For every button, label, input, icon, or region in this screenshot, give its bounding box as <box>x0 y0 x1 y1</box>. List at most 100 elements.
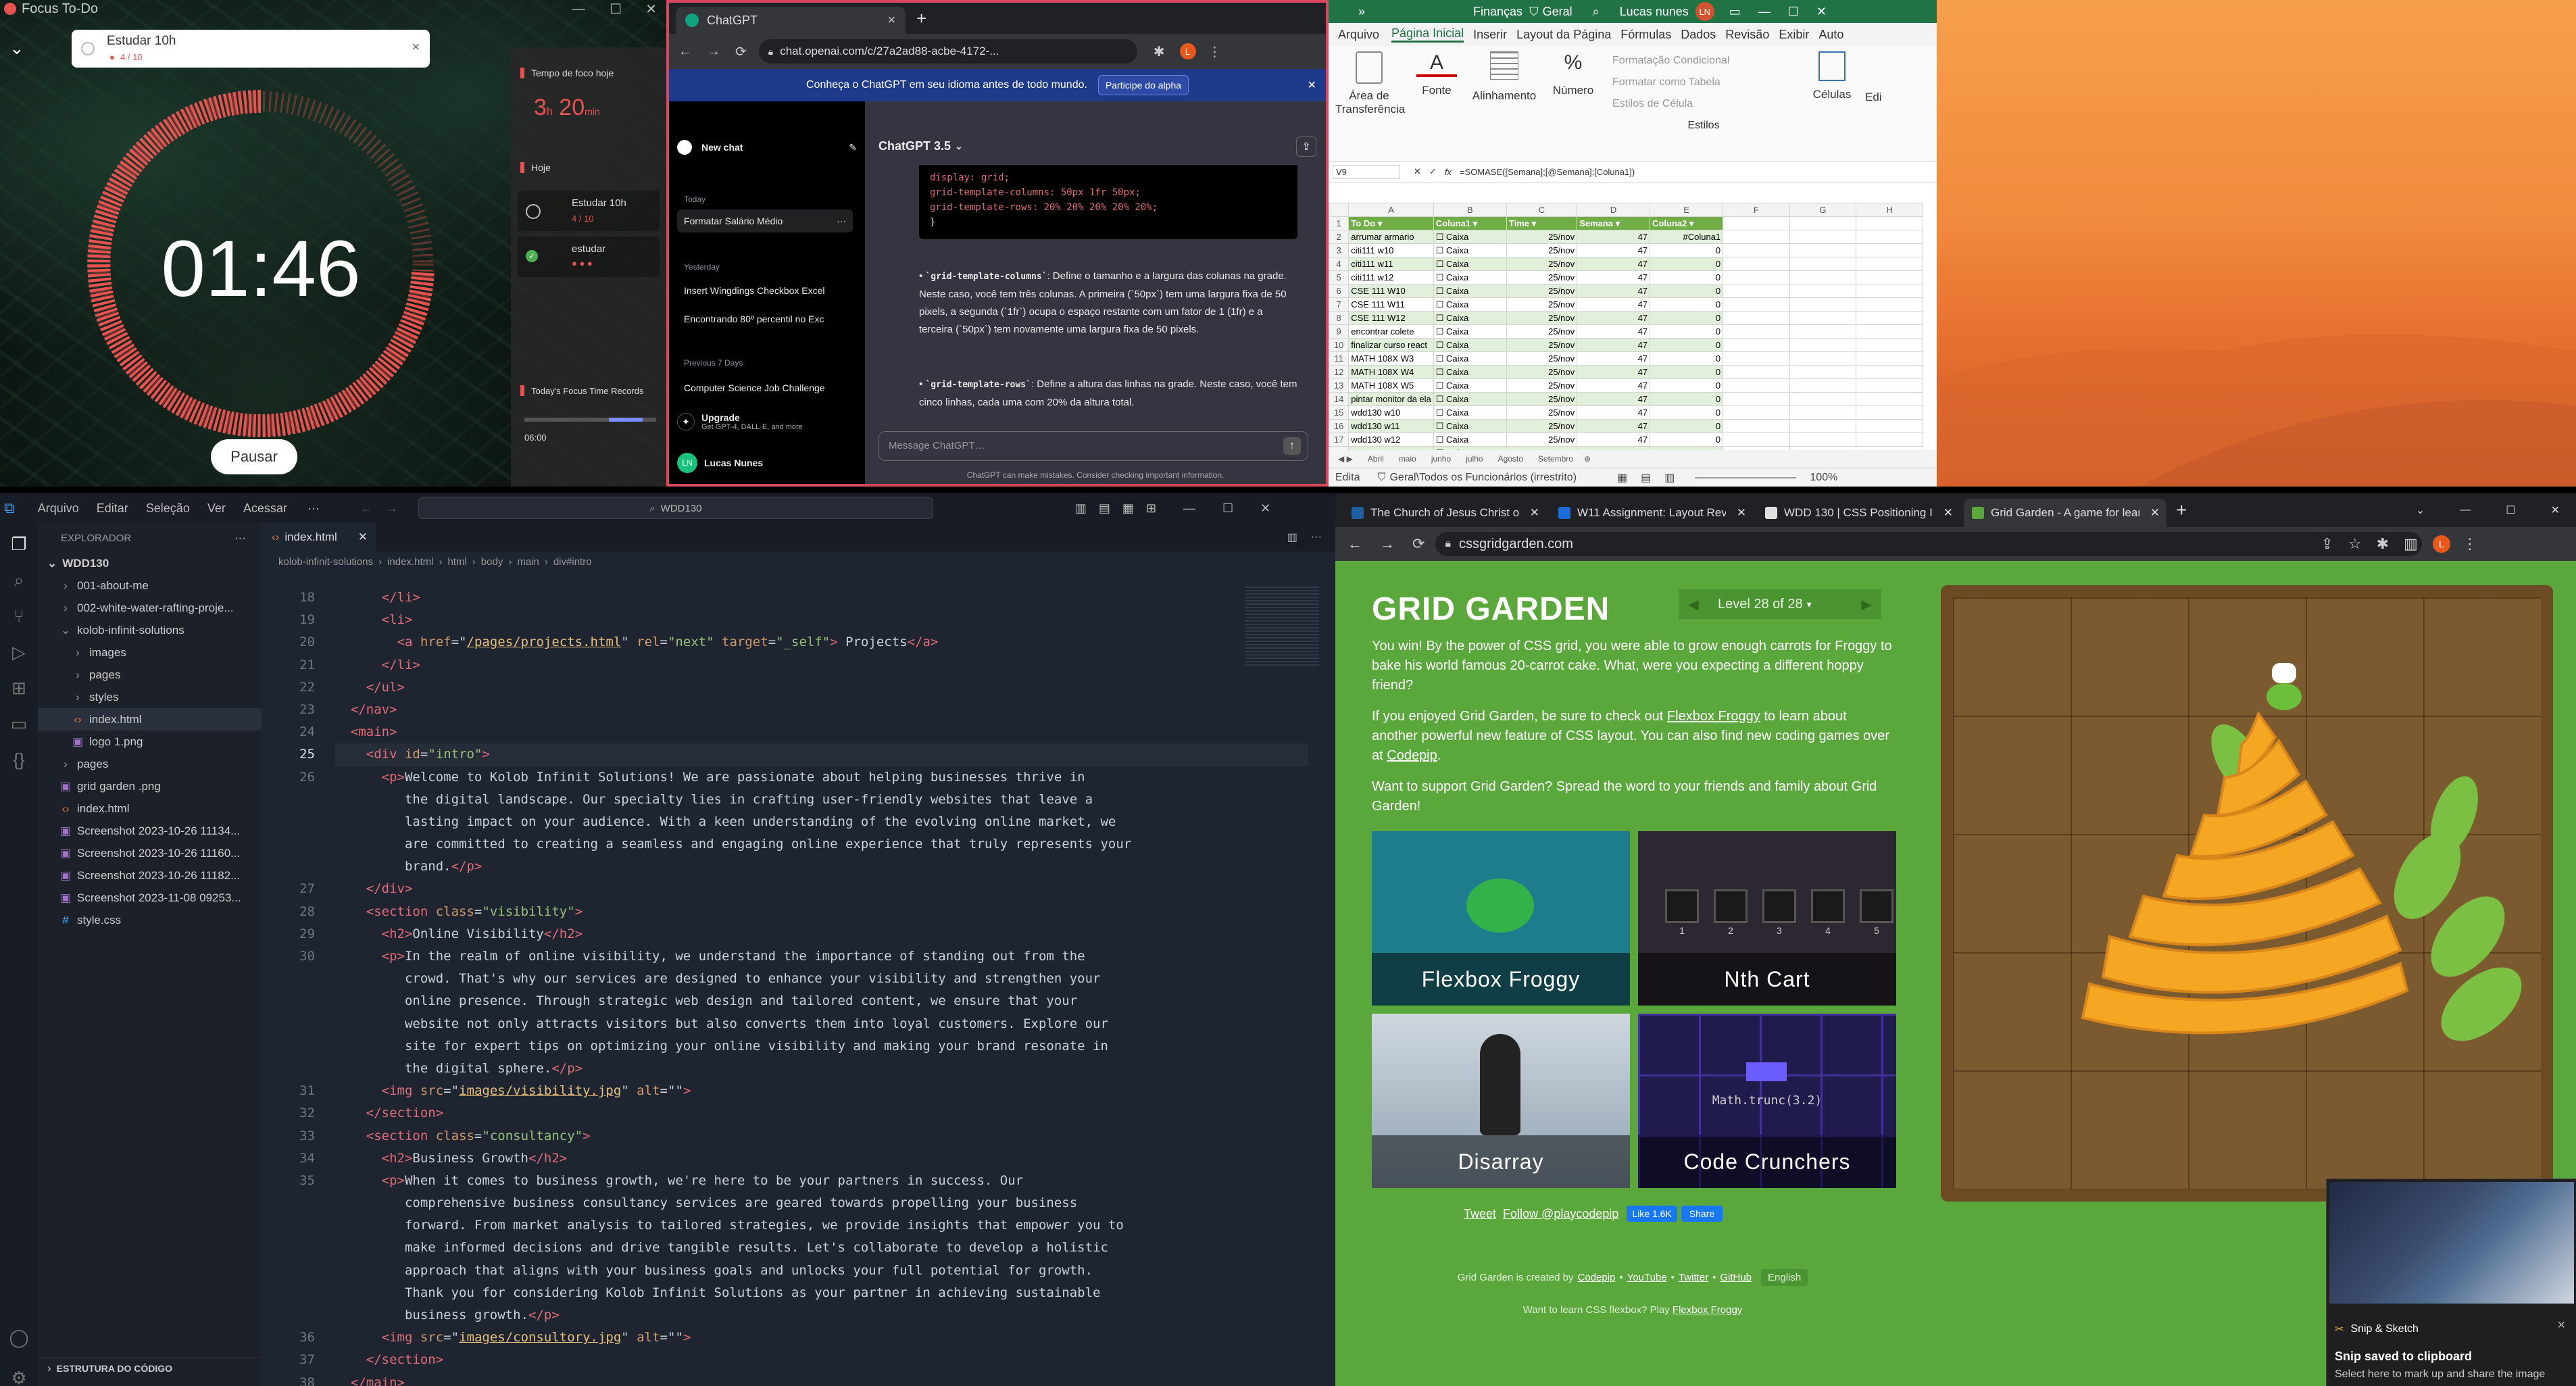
tab-close-icon[interactable]: ✕ <box>1530 506 1539 520</box>
table-header-cell[interactable]: Semana ▾ <box>1577 216 1651 230</box>
tree-item[interactable]: › 002-white-water-rafting-proje... <box>38 597 261 619</box>
column-header[interactable]: E <box>1650 203 1724 217</box>
level-selector[interactable]: ◀ Level 28 of 28 ▾ ▶ <box>1679 589 1881 619</box>
table-cell[interactable]: ☐ Caixa <box>1433 243 1507 257</box>
bookmark-icon[interactable]: ☆ <box>2348 535 2362 553</box>
history-item[interactable]: Computer Science Job Challenge <box>684 382 853 393</box>
browser-tab[interactable]: W11 Assignment: Layout Revisi... ✕ <box>1550 499 1753 527</box>
table-cell[interactable]: 0 <box>1650 392 1724 406</box>
tab-close-icon[interactable]: ✕ <box>887 14 896 27</box>
table-cell[interactable]: 0 <box>1650 378 1724 393</box>
tab-search-icon[interactable]: ⌄ <box>2416 503 2425 517</box>
table-cell[interactable]: 25/nov <box>1506 257 1578 271</box>
minimap[interactable] <box>1245 587 1319 668</box>
tab-index-html[interactable]: ‹› index.html ✕ <box>261 523 376 551</box>
tree-item[interactable]: ▣ Screenshot 2023-11-08 09253... <box>38 887 261 909</box>
footer-link[interactable]: Codepip <box>1578 1272 1616 1283</box>
table-cell[interactable]: 0 <box>1650 419 1724 433</box>
menu-more-icon[interactable]: ··· <box>307 501 320 516</box>
empty-cell[interactable] <box>1723 432 1790 447</box>
maximize-icon[interactable]: ☐ <box>610 1 622 18</box>
settings-icon[interactable]: ⚙ <box>0 1368 38 1386</box>
table-cell[interactable]: CSE 111 W12 <box>1348 311 1434 325</box>
table-cell[interactable]: 47 <box>1577 365 1651 379</box>
empty-cell[interactable] <box>1856 351 1923 366</box>
table-cell[interactable]: finalizar curso react <box>1348 338 1434 352</box>
sheet-tab[interactable]: Agosto <box>1498 454 1523 464</box>
empty-cell[interactable] <box>1723 351 1790 366</box>
tab-exibir[interactable]: Exibir <box>1779 28 1809 42</box>
row-header[interactable]: 11 <box>1329 351 1349 366</box>
function-icon[interactable]: fx <box>1445 167 1452 177</box>
layout-panel-icon[interactable]: ▤ <box>1099 501 1110 516</box>
minimize-icon[interactable]: — <box>1758 5 1770 19</box>
table-cell[interactable]: 25/nov <box>1506 351 1578 366</box>
table-cell[interactable]: 25/nov <box>1506 392 1578 406</box>
breadcrumb-item[interactable]: index.html <box>387 556 433 568</box>
table-cell[interactable]: ☐ Caixa <box>1433 392 1507 406</box>
maximize-icon[interactable]: ☐ <box>1788 5 1799 19</box>
current-task-card[interactable]: Estudar 10h ● 4 / 10 ✕ <box>72 30 430 68</box>
view-normal-icon[interactable]: ▦ <box>1617 471 1627 485</box>
table-cell[interactable]: 0 <box>1650 405 1724 420</box>
empty-cell[interactable] <box>1856 257 1923 271</box>
table-cell[interactable]: MATH 108X W5 <box>1348 378 1434 393</box>
tree-item[interactable]: › styles <box>38 686 261 708</box>
menu-ver[interactable]: Ver <box>207 501 226 516</box>
row-header[interactable]: 12 <box>1329 365 1349 379</box>
table-cell[interactable]: ☐ Caixa <box>1433 432 1507 447</box>
table-header-cell[interactable]: To Do ▾ <box>1348 216 1434 230</box>
snip-toast[interactable]: ✂ Snip & Sketch ✕ Snip saved to clipboar… <box>2326 1179 2576 1386</box>
tree-item[interactable]: ▣ grid garden .png <box>38 775 261 797</box>
row-header[interactable]: 15 <box>1329 405 1349 420</box>
explorer-icon[interactable]: ❐ <box>0 534 38 555</box>
user-menu[interactable]: LN Lucas Nunes <box>677 453 763 473</box>
tree-item[interactable]: › pages <box>38 664 261 686</box>
tree-item[interactable]: ‹› index.html <box>38 708 261 731</box>
address-bar[interactable]: 🔒︎ chat.openai.com/c/27a2ad88-acbe-4172-… <box>758 39 1137 64</box>
column-header[interactable]: B <box>1433 203 1507 217</box>
tree-item[interactable]: › pages <box>38 753 261 775</box>
close-icon[interactable]: ✕ <box>645 1 657 18</box>
browser-tab[interactable]: WDD 130 | CSS Positioning II A... ✕ <box>1757 499 1960 527</box>
extensions-icon[interactable]: ✱ <box>1154 43 1165 60</box>
sheet-tab[interactable]: Setembro <box>1538 454 1573 464</box>
new-tab-icon[interactable]: + <box>916 8 926 29</box>
tweet-link[interactable]: Tweet <box>1464 1207 1496 1221</box>
table-cell[interactable]: 25/nov <box>1506 432 1578 447</box>
tab-formulas[interactable]: Fórmulas <box>1620 28 1671 42</box>
table-cell[interactable]: 47 <box>1577 405 1651 420</box>
more-icon[interactable]: ··· <box>837 209 846 232</box>
breadcrumb-item[interactable]: main <box>517 556 539 568</box>
view-layout-icon[interactable]: ▤ <box>1641 471 1651 485</box>
tree-item[interactable]: ▣ Screenshot 2023-10-26 11134... <box>38 820 261 842</box>
font-group[interactable]: A Fonte <box>1416 51 1457 97</box>
tree-item[interactable]: ‹› index.html <box>38 797 261 820</box>
table-header-cell[interactable]: Coluna2 ▾ <box>1650 216 1724 230</box>
table-cell[interactable]: 25/nov <box>1506 419 1578 433</box>
run-debug-icon[interactable]: ▷ <box>0 642 38 663</box>
sheet-tab[interactable]: julho <box>1466 454 1483 464</box>
tree-item[interactable]: ▣ Screenshot 2023-10-26 11160... <box>38 842 261 864</box>
explorer-more-icon[interactable]: ··· <box>234 531 246 545</box>
table-cell[interactable]: 25/nov <box>1506 378 1578 393</box>
minimize-icon[interactable]: — <box>572 1 585 17</box>
table-cell[interactable]: wdd130 w10 <box>1348 405 1434 420</box>
table-cell[interactable]: ☐ Caixa <box>1433 297 1507 312</box>
row-header[interactable]: 5 <box>1329 270 1349 284</box>
column-header[interactable]: A <box>1348 203 1434 217</box>
game-card-disarray[interactable]: Disarray <box>1372 1014 1630 1188</box>
history-item-active[interactable]: Formatar Salário Médio ··· <box>677 209 853 232</box>
row-header[interactable]: 4 <box>1329 257 1349 271</box>
empty-cell[interactable] <box>1856 243 1923 257</box>
table-cell[interactable]: CSE 111 W11 <box>1348 297 1434 312</box>
table-cell[interactable]: 0 <box>1650 284 1724 298</box>
menu-icon[interactable]: ⋮ <box>2462 535 2477 553</box>
pause-button[interactable]: Pausar <box>211 439 297 474</box>
table-cell[interactable]: ☐ Caixa <box>1433 338 1507 352</box>
empty-cell[interactable] <box>1856 216 1923 230</box>
side-task-2[interactable]: ✓ estudar ● ● ● <box>518 237 660 277</box>
back-icon[interactable]: ← <box>1347 535 1362 553</box>
row-header[interactable]: 8 <box>1329 311 1349 325</box>
table-cell[interactable]: 0 <box>1650 257 1724 271</box>
